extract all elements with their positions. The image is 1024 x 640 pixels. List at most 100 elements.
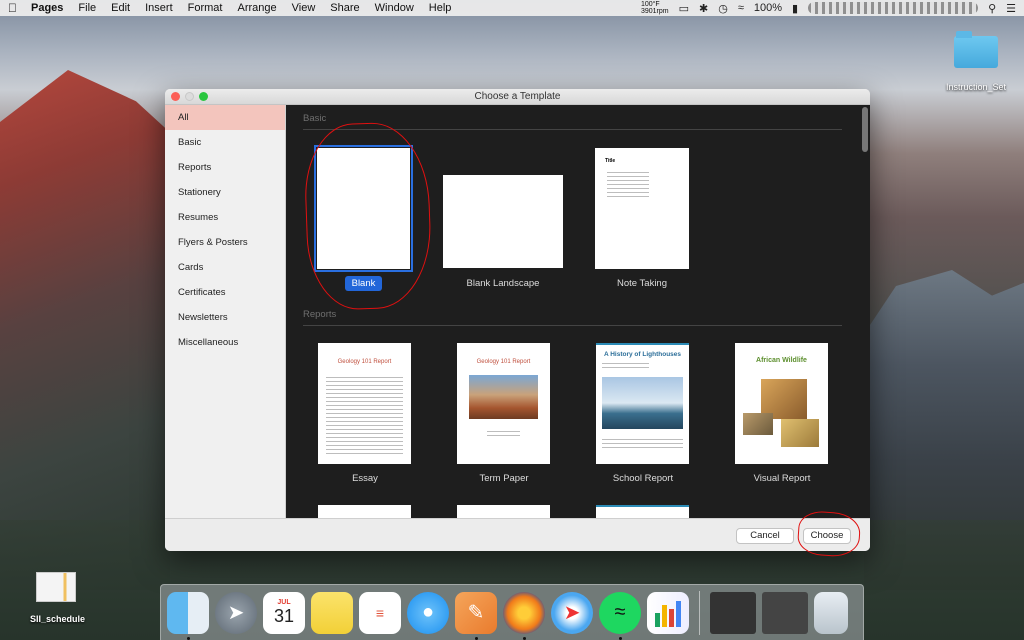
minimized-window-spotify[interactable] — [710, 591, 756, 634]
thumb-title: Geology 101 Report — [337, 359, 392, 365]
section-title-reports: Reports — [303, 309, 337, 320]
calendar-icon[interactable]: JUL 31 — [263, 591, 305, 634]
template-thumbnail: Geology 101 Report — [318, 343, 411, 464]
category-flyers-posters[interactable]: Flyers & Posters — [165, 230, 285, 255]
minimized-window-firefox[interactable] — [762, 591, 808, 634]
launchpad-icon[interactable]: ➤ — [215, 591, 257, 634]
menu-insert[interactable]: Insert — [145, 2, 173, 14]
zoom-window-button[interactable] — [199, 92, 208, 101]
category-reports[interactable]: Reports — [165, 155, 285, 180]
category-resumes[interactable]: Resumes — [165, 205, 285, 230]
thumb-title: Title — [605, 158, 616, 164]
desktop-folder-label: Instruction_Set — [946, 82, 1007, 92]
dialog-footer: Cancel Choose — [165, 518, 870, 551]
bluetooth-icon[interactable]: ✱ — [699, 2, 708, 15]
gallery-scrollbar[interactable] — [860, 105, 870, 518]
battery-percent[interactable]: 100% — [754, 2, 782, 14]
category-miscellaneous[interactable]: Miscellaneous — [165, 330, 285, 355]
template-note-taking[interactable]: Title Note Taking — [594, 147, 690, 297]
menu-file[interactable]: File — [78, 2, 96, 14]
cancel-button[interactable]: Cancel — [736, 528, 794, 544]
menu-view[interactable]: View — [292, 2, 316, 14]
bar-chart-icon — [655, 600, 681, 627]
canyon-photo — [469, 375, 538, 419]
apple-menu-icon[interactable]:  — [8, 1, 17, 15]
menu-edit[interactable]: Edit — [111, 2, 130, 14]
menu-format[interactable]: Format — [188, 2, 223, 14]
desktop-folder-instruction-set[interactable]: Instruction_Set — [946, 31, 1007, 92]
template-label: Note Taking — [617, 278, 667, 289]
template-thumbnail-partial[interactable] — [318, 505, 411, 518]
category-cards[interactable]: Cards — [165, 255, 285, 280]
reminders-icon[interactable]: ≡ — [359, 591, 401, 634]
template-thumbnail — [443, 175, 563, 268]
safari-icon[interactable]: ➤ — [551, 591, 593, 634]
template-thumbnail: African Wildlife — [735, 343, 828, 464]
menu-arrange[interactable]: Arrange — [237, 2, 276, 14]
template-category-sidebar: All Basic Reports Stationery Resumes Fly… — [165, 105, 286, 518]
template-thumbnail-partial[interactable] — [457, 505, 550, 518]
template-school-report[interactable]: A History of Lighthouses School Report — [596, 343, 690, 493]
elephant-photo — [743, 413, 773, 435]
thumb-title: A History of Lighthouses — [603, 351, 682, 358]
spreadsheet-file-icon — [36, 572, 76, 602]
menu-share[interactable]: Share — [330, 2, 359, 14]
thumb-title: African Wildlife — [756, 357, 807, 364]
wallpaper-mountain-left — [0, 70, 170, 590]
calendar-day: 31 — [273, 605, 295, 626]
menu-app-name[interactable]: Pages — [31, 2, 63, 14]
calendar-month: JUL — [277, 598, 291, 606]
template-thumbnail-partial[interactable] — [596, 505, 689, 518]
pages-icon[interactable]: ✎ — [455, 591, 497, 640]
template-blank-landscape[interactable]: Blank Landscape — [442, 147, 564, 297]
desktop-file-sii-schedule[interactable]: SII_schedule — [30, 572, 86, 624]
section-divider — [303, 325, 842, 326]
template-term-paper[interactable]: Geology 101 Report Term Paper — [457, 343, 551, 493]
template-label: Term Paper — [479, 473, 529, 484]
finder-icon[interactable] — [167, 591, 209, 640]
template-label: Blank Landscape — [466, 278, 540, 289]
redacted-clock-user — [808, 2, 979, 14]
spotify-icon[interactable]: ≈ — [599, 591, 641, 640]
minimize-window-button[interactable] — [185, 92, 194, 101]
menu-bar:  Pages File Edit Insert Format Arrange … — [0, 0, 1024, 16]
firefox-icon[interactable] — [503, 591, 545, 640]
menu-window[interactable]: Window — [375, 2, 414, 14]
category-stationery[interactable]: Stationery — [165, 180, 285, 205]
close-window-button[interactable] — [171, 92, 180, 101]
template-thumbnail: Title — [595, 148, 689, 269]
menu-help[interactable]: Help — [429, 2, 452, 14]
battery-icon[interactable]: ▮ — [792, 2, 798, 15]
antelope-photo — [781, 419, 819, 447]
category-certificates[interactable]: Certificates — [165, 280, 285, 305]
template-label: Visual Report — [753, 473, 811, 484]
time-machine-icon[interactable]: ◷ — [718, 2, 728, 15]
category-newsletters[interactable]: Newsletters — [165, 305, 285, 330]
dock: ➤ JUL 31 ≡ ● ✎ ➤ ≈ — [160, 584, 864, 640]
template-label: School Report — [612, 473, 674, 484]
template-visual-report[interactable]: African Wildlife Visual Report — [735, 343, 829, 493]
template-label: Blank — [344, 276, 383, 291]
folder-icon — [954, 31, 998, 68]
temperature-readout[interactable]: 100°F 3901rpm — [641, 1, 669, 15]
desktop-file-label: SII_schedule — [30, 614, 86, 624]
dock-separator — [699, 590, 700, 635]
numbers-icon[interactable] — [647, 591, 689, 634]
template-blank[interactable]: Blank — [314, 145, 413, 297]
notes-icon[interactable] — [311, 591, 353, 634]
choose-button[interactable]: Choose — [803, 528, 851, 544]
template-essay[interactable]: Geology 101 Report Essay — [318, 343, 412, 493]
messages-icon[interactable]: ● — [407, 591, 449, 634]
wifi-icon[interactable]: ≈ — [738, 2, 744, 14]
choose-template-dialog: Choose a Template All Basic Reports Stat… — [165, 89, 870, 551]
spotlight-search-icon[interactable]: ⚲ — [988, 2, 996, 15]
dialog-titlebar: Choose a Template — [165, 89, 870, 105]
scrollbar-thumb[interactable] — [862, 107, 868, 152]
trash-icon[interactable] — [814, 591, 848, 634]
temp-value: 100°F — [640, 1, 660, 8]
thumb-title: Geology 101 Report — [476, 359, 531, 365]
notification-center-icon[interactable]: ☰ — [1006, 2, 1016, 15]
category-all[interactable]: All — [165, 105, 285, 130]
airplay-icon[interactable]: ▭ — [679, 2, 689, 15]
category-basic[interactable]: Basic — [165, 130, 285, 155]
